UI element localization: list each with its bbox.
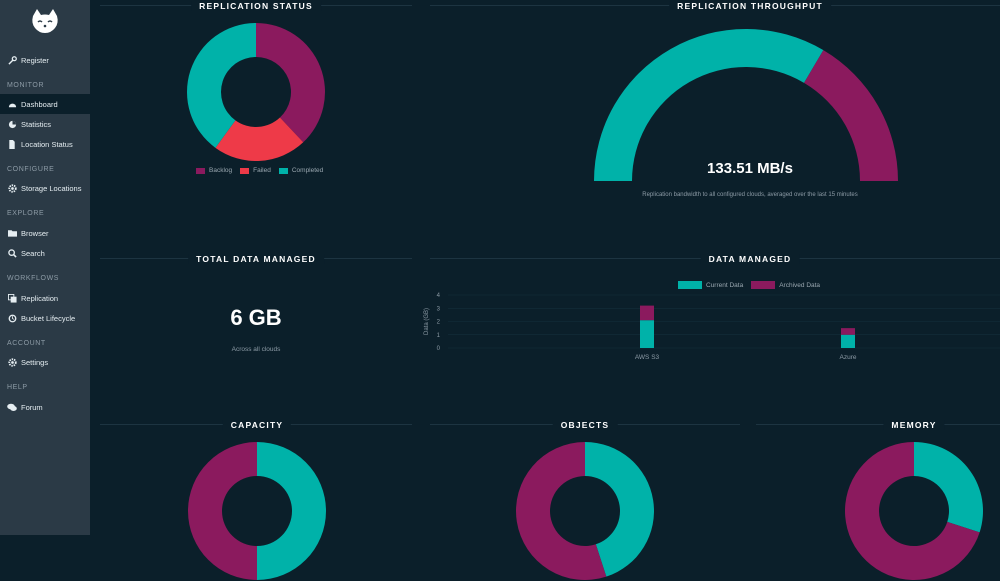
objects-donut (516, 442, 654, 580)
total-data-value: 6 GB (230, 305, 282, 330)
y-tick-label: 1 (437, 333, 441, 339)
sidebar-item-location-status[interactable]: Location Status (0, 134, 90, 154)
section-monitor: MONITOR (7, 82, 45, 89)
panel-title-data-managed: DATA MANAGED (700, 254, 800, 264)
total-data-caption: Across all clouds (231, 346, 281, 353)
y-axis-label: Data (GB) (424, 308, 430, 335)
sidebar: Register MONITOR Dashboard Statistics Lo… (0, 0, 90, 535)
legend-label: Backlog (209, 167, 233, 174)
throughput-value: 133.51 MB/s (707, 160, 793, 177)
data-managed-bar-chart: Data (GB)01234AWS S3AzureZenko (424, 293, 1000, 361)
panel-title-memory: MEMORY (883, 420, 945, 430)
section-workflows: WORKFLOWS (7, 275, 60, 282)
zenko-cat-logo-icon[interactable] (28, 6, 62, 40)
panel-title-replication-throughput: REPLICATION THROUGHPUT (669, 1, 831, 11)
sidebar-item-forum[interactable]: Forum (0, 397, 90, 417)
copy-icon (7, 293, 17, 303)
sidebar-item-search[interactable]: Search (0, 243, 90, 263)
memory-donut (845, 442, 983, 580)
panel-title-objects: OBJECTS (552, 420, 618, 430)
sidebar-item-storage-locations[interactable]: Storage Locations (0, 178, 90, 198)
donut-slice (257, 442, 326, 580)
sidebar-item-dashboard[interactable]: Dashboard (0, 94, 90, 114)
section-account: ACCOUNT (7, 340, 46, 347)
sidebar-item-label: Location Status (21, 139, 73, 149)
sidebar-item-bucket-lifecycle[interactable]: Bucket Lifecycle (0, 308, 90, 328)
sidebar-item-replication[interactable]: Replication (0, 288, 90, 308)
section-configure: CONFIGURE (7, 166, 55, 173)
bar-segment (841, 334, 855, 348)
y-tick-label: 3 (437, 306, 441, 312)
donut-slice (188, 442, 257, 580)
sidebar-item-label: Bucket Lifecycle (21, 313, 76, 323)
pie-chart-icon (7, 119, 17, 129)
file-icon (7, 139, 17, 149)
divider (756, 424, 1000, 425)
y-tick-label: 4 (437, 293, 441, 299)
legend-label: Completed (291, 167, 324, 174)
capacity-donut (188, 442, 326, 580)
sidebar-item-label: Forum (21, 402, 43, 412)
sidebar-item-label: Dashboard (21, 99, 58, 109)
replication-status-legend: Backlog Failed Completed (190, 167, 325, 174)
panel-title-replication-status: REPLICATION STATUS (191, 1, 321, 11)
gauge-fill (594, 28, 824, 182)
dashboard-icon (7, 99, 17, 109)
search-icon (7, 248, 17, 258)
settings-gear-icon (7, 357, 17, 367)
sidebar-item-label: Settings (21, 357, 49, 367)
panel-title-total-data-managed: TOTAL DATA MANAGED (188, 254, 324, 264)
legend-swatch (240, 167, 250, 174)
sidebar-item-statistics[interactable]: Statistics (0, 114, 90, 134)
sidebar-item-label: Search (21, 248, 45, 258)
bar-segment (640, 305, 654, 321)
legend-swatch (196, 167, 205, 174)
sidebar-item-browser[interactable]: Browser (0, 223, 90, 243)
comments-icon (7, 402, 17, 412)
sidebar-item-label: Register (21, 55, 49, 65)
dashboard-main: REPLICATION STATUS REPLICATION THROUGHPU… (90, 0, 1000, 580)
x-tick-label: AWS S3 (635, 354, 660, 361)
x-tick-label: Azure (840, 354, 857, 361)
folder-icon (7, 228, 17, 238)
y-tick-label: 0 (437, 346, 441, 352)
wrench-icon (7, 55, 17, 65)
panel-title-capacity: CAPACITY (222, 420, 292, 430)
section-help: HELP (7, 384, 28, 391)
y-tick-label: 2 (437, 320, 441, 326)
throughput-caption: Replication bandwidth to all configured … (642, 192, 858, 198)
lifecycle-icon (7, 313, 17, 323)
sidebar-item-label: Replication (21, 293, 59, 303)
donut-slice (914, 442, 983, 533)
bar-segment (841, 328, 855, 335)
gear-icon (7, 183, 17, 193)
sidebar-item-label: Browser (21, 228, 49, 238)
sidebar-item-label: Statistics (21, 119, 52, 129)
legend-swatch (278, 167, 288, 174)
sidebar-item-register[interactable]: Register (0, 50, 90, 70)
donut-slice (256, 23, 325, 143)
replication-status-donut (187, 23, 325, 161)
legend-label: Failed (253, 167, 271, 174)
section-explore: EXPLORE (7, 210, 45, 217)
sidebar-item-label: Storage Locations (21, 183, 82, 193)
bar-segment (640, 320, 654, 348)
sidebar-item-settings[interactable]: Settings (0, 352, 90, 372)
